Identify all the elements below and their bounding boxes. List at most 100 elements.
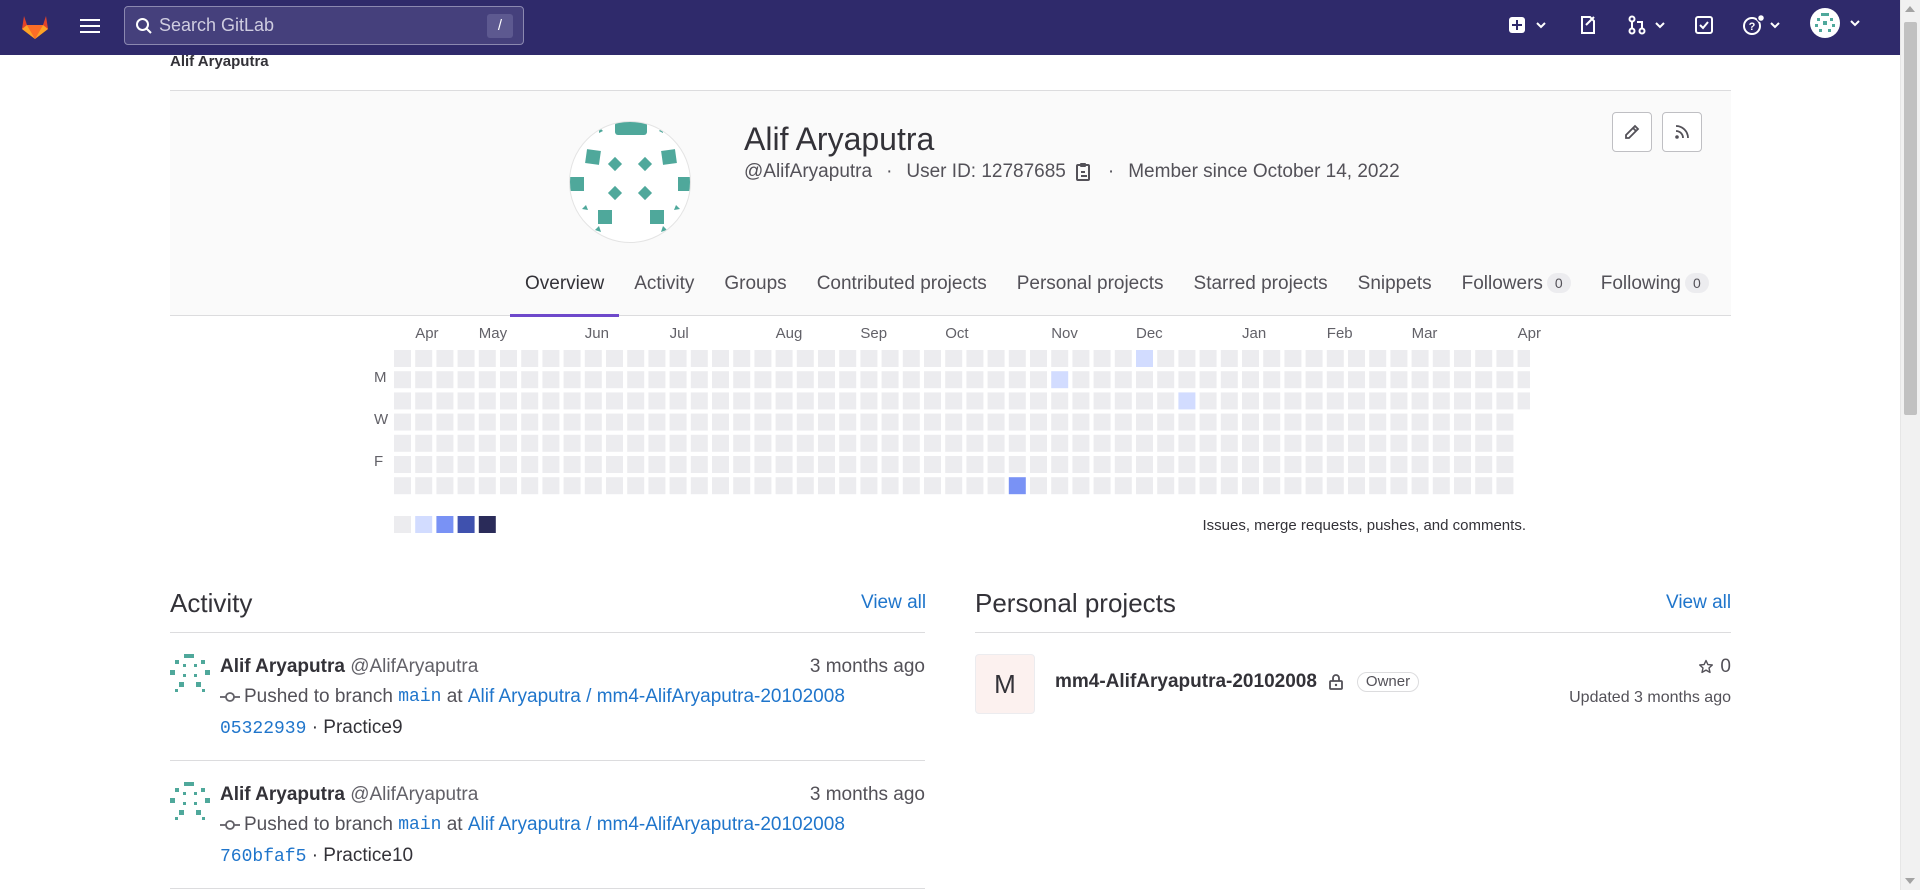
contribution-day-cell[interactable] [394,371,411,389]
contribution-day-cell[interactable] [1496,392,1514,410]
contribution-day-cell[interactable] [1369,477,1387,495]
contribution-day-cell[interactable] [563,371,581,389]
contribution-day-cell[interactable] [1220,456,1238,473]
contribution-day-cell[interactable] [627,456,645,473]
contribution-day-cell[interactable] [1496,477,1514,495]
contribution-day-cell[interactable] [1051,477,1069,495]
contribution-day-cell[interactable] [839,413,857,431]
commit-sha-link[interactable]: 05322939 [220,719,306,739]
contribution-day-cell[interactable] [1305,350,1323,367]
project-link[interactable]: Alif Aryaputra / mm4-AlifAryaputra-20102… [468,814,845,836]
contribution-day-cell[interactable] [648,413,666,431]
contribution-day-cell[interactable] [712,413,729,431]
contribution-day-cell[interactable] [669,371,687,389]
contribution-day-cell[interactable] [987,371,1005,389]
contribution-day-cell[interactable] [415,456,433,473]
contribution-day-cell[interactable] [669,456,687,473]
contribution-day-cell[interactable] [563,392,581,410]
contribution-day-cell[interactable] [1157,350,1175,367]
contribution-day-cell[interactable] [606,434,623,452]
contribution-day-cell[interactable] [1369,456,1387,473]
contribution-day-cell[interactable] [712,392,729,410]
contribution-day-cell[interactable] [839,350,857,367]
contribution-day-cell[interactable] [500,413,517,431]
merge-requests-dropdown[interactable] [1627,12,1667,38]
contribution-day-cell[interactable] [796,456,814,473]
contribution-day-cell[interactable] [796,477,814,495]
edit-profile-button[interactable] [1612,112,1652,152]
contribution-day-cell[interactable] [945,434,963,452]
contribution-day-cell[interactable] [945,371,963,389]
contribution-day-cell[interactable] [478,413,496,431]
contribution-day-cell[interactable] [1305,371,1323,389]
contribution-day-cell[interactable] [563,456,581,473]
contribution-day-cell[interactable] [839,477,857,495]
contribution-day-cell[interactable] [1496,371,1514,389]
contribution-day-cell[interactable] [1072,434,1090,452]
contribution-day-cell[interactable] [669,350,687,367]
contribution-day-cell[interactable] [500,350,517,367]
contribution-day-cell[interactable] [394,477,411,495]
contribution-day-cell[interactable] [1220,392,1238,410]
contribution-day-cell[interactable] [924,434,941,452]
contribution-day-cell[interactable] [627,434,645,452]
contribution-day-cell[interactable] [542,413,560,431]
tab-personal-projects[interactable]: Personal projects [1002,270,1179,317]
contribution-day-cell[interactable] [542,434,560,452]
contribution-day-cell[interactable] [733,392,751,410]
contribution-day-cell[interactable] [987,477,1005,495]
contribution-day-cell[interactable] [563,413,581,431]
contribution-day-cell[interactable] [1051,434,1069,452]
contribution-day-cell[interactable] [627,477,645,495]
contribution-day-cell[interactable] [966,371,984,389]
contribution-day-cell[interactable] [754,456,772,473]
contribution-day-cell[interactable] [1369,434,1387,452]
contribution-day-cell[interactable] [1326,413,1344,431]
contribution-day-cell[interactable] [1008,392,1026,410]
contribution-day-cell[interactable] [775,371,793,389]
contribution-day-cell[interactable] [1136,413,1153,431]
contribution-day-cell[interactable] [1326,434,1344,452]
contribution-day-cell[interactable] [1284,477,1302,495]
contribution-day-cell[interactable] [690,392,708,410]
contribution-day-cell[interactable] [818,434,835,452]
contribution-day-cell[interactable] [987,413,1005,431]
contribution-day-cell[interactable] [669,434,687,452]
contribution-day-cell[interactable] [1326,477,1344,495]
contribution-day-cell[interactable] [1369,350,1387,367]
contribution-day-cell[interactable] [584,350,602,367]
scrollbar-thumb[interactable] [1904,22,1917,415]
contribution-day-cell[interactable] [521,456,539,473]
contribution-day-cell[interactable] [1220,413,1238,431]
contribution-day-cell[interactable] [542,477,560,495]
contribution-day-cell[interactable] [521,350,539,367]
contribution-day-cell[interactable] [1157,434,1175,452]
contribution-day-cell[interactable] [542,350,560,367]
help-dropdown[interactable]: ? [1742,12,1782,38]
contribution-day-cell[interactable] [1496,413,1514,431]
contribution-day-cell[interactable] [1411,434,1429,452]
contribution-day-cell[interactable] [839,456,857,473]
contribution-day-cell[interactable] [1263,350,1281,367]
contribution-day-cell[interactable] [754,350,772,367]
contribution-day-cell[interactable] [563,477,581,495]
contribution-day-cell[interactable] [627,350,645,367]
contribution-day-cell[interactable] [606,371,623,389]
contribution-day-cell[interactable] [966,434,984,452]
contribution-day-cell[interactable] [775,477,793,495]
contribution-day-cell[interactable] [1030,456,1047,473]
contribution-day-cell[interactable] [1263,477,1281,495]
contribution-day-cell[interactable] [563,350,581,367]
contribution-day-cell[interactable] [1432,371,1450,389]
contribution-day-cell[interactable] [1432,434,1450,452]
contribution-day-cell[interactable] [1284,413,1302,431]
gitlab-logo-icon[interactable] [18,8,52,42]
tab-followers[interactable]: Followers 0 [1447,270,1586,317]
contribution-day-cell[interactable] [775,434,793,452]
contribution-day-cell[interactable] [1136,392,1153,410]
contribution-day-cell[interactable] [1157,477,1175,495]
contribution-day-cell[interactable] [606,456,623,473]
contribution-day-cell[interactable] [1030,371,1047,389]
contribution-day-cell[interactable] [1517,350,1530,367]
contribution-day-cell[interactable] [1284,456,1302,473]
